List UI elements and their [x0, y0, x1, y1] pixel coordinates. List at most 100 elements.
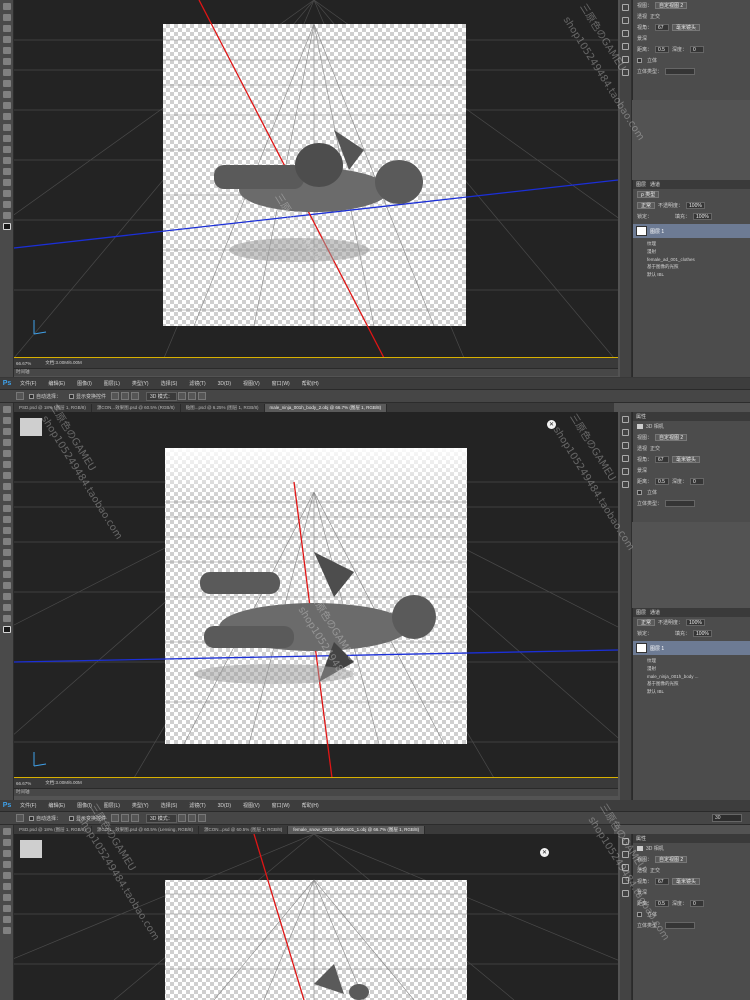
- color-swatch-icon[interactable]: [2, 626, 11, 633]
- orbit-icon[interactable]: [177, 814, 186, 822]
- wand-tool-icon[interactable]: [2, 36, 11, 43]
- move-tool-icon[interactable]: [2, 3, 11, 10]
- text-icon[interactable]: [622, 56, 629, 63]
- shape-tool-icon[interactable]: [2, 593, 11, 600]
- marquee-tool-icon[interactable]: [2, 14, 11, 21]
- opacity-field[interactable]: 100%: [686, 202, 705, 209]
- move-tool-icon[interactable]: [2, 406, 11, 413]
- depth-field[interactable]: 0: [690, 900, 705, 907]
- menu-layer[interactable]: 图层(L): [98, 380, 126, 387]
- auto-select-checkbox[interactable]: [29, 393, 34, 399]
- doc-tab[interactable]: 源CON...效果图.psd @ 60.5% (RGB/8): [92, 404, 181, 412]
- ortho-label[interactable]: 正交: [650, 445, 660, 452]
- pen-tool-icon[interactable]: [2, 560, 11, 567]
- transform-checkbox[interactable]: [69, 393, 75, 399]
- ortho-label[interactable]: 正交: [650, 13, 660, 20]
- channels-tab[interactable]: 通道: [650, 181, 660, 188]
- diffuse-row[interactable]: 漫射: [633, 665, 750, 673]
- heal-tool-icon[interactable]: [2, 69, 11, 76]
- shape-tool-icon[interactable]: [2, 190, 11, 197]
- perspective-label[interactable]: 透视: [637, 867, 647, 874]
- menu-window[interactable]: 窗口(W): [266, 802, 296, 809]
- history-icon[interactable]: [622, 838, 629, 845]
- lasso-tool-icon[interactable]: [2, 25, 11, 32]
- lasso-tool-icon[interactable]: [2, 850, 11, 857]
- canvas-viewport[interactable]: [14, 834, 618, 1000]
- ibl-default-row[interactable]: 默认 IBL: [633, 688, 750, 696]
- align-icon[interactable]: [131, 392, 140, 400]
- lasso-tool-icon[interactable]: [2, 428, 11, 435]
- zoom-tool-icon[interactable]: [2, 212, 11, 219]
- crop-tool-icon[interactable]: [2, 450, 11, 457]
- menu-filter[interactable]: 滤镜(T): [183, 380, 211, 387]
- eraser-tool-icon[interactable]: [2, 113, 11, 120]
- layers-tab[interactable]: 图层: [636, 609, 646, 616]
- doc-tab[interactable]: PSD.psd @ 18% (图层 1, RGB/8): [14, 404, 92, 412]
- perspective-label[interactable]: 透视: [637, 445, 647, 452]
- blur-tool-icon[interactable]: [2, 538, 11, 545]
- zoom-level[interactable]: 66.67%: [16, 361, 31, 366]
- heal-tool-icon[interactable]: [2, 894, 11, 901]
- menu-file[interactable]: 文件(F): [14, 802, 42, 809]
- menu-view[interactable]: 视图(V): [237, 380, 266, 387]
- layers-icon[interactable]: [622, 864, 629, 871]
- stamp-tool-icon[interactable]: [2, 494, 11, 501]
- view-select[interactable]: 自定视图 2: [655, 434, 688, 441]
- menu-3d[interactable]: 3D(D): [212, 803, 237, 809]
- history-icon[interactable]: [622, 416, 629, 423]
- menu-image[interactable]: 图像(I): [71, 802, 98, 809]
- properties-icon[interactable]: [622, 851, 629, 858]
- texture-file-row[interactable]: female_ad_001_clothes: [633, 256, 750, 263]
- adjust-icon[interactable]: [622, 455, 629, 462]
- kind-filter[interactable]: ρ 类型: [637, 191, 660, 198]
- menu-layer[interactable]: 图层(L): [98, 802, 126, 809]
- textures-row[interactable]: 纹理: [633, 240, 750, 248]
- type-tool-icon[interactable]: [2, 571, 11, 578]
- fov-field[interactable]: 67: [655, 456, 670, 463]
- fill-field[interactable]: 100%: [693, 213, 712, 220]
- marquee-tool-icon[interactable]: [2, 417, 11, 424]
- doc-tab-active[interactable]: female_snow_0025_clothes01_1.obj @ 66.7%…: [288, 826, 426, 834]
- ibl-row[interactable]: 基于图像的光照: [633, 680, 750, 688]
- blur-tool-icon[interactable]: [2, 135, 11, 142]
- doc-size[interactable]: 文档:3.00M/6.00M: [45, 780, 82, 786]
- stamp-tool-icon[interactable]: [2, 91, 11, 98]
- brush-tool-icon[interactable]: [2, 483, 11, 490]
- marquee-tool-icon[interactable]: [2, 839, 11, 846]
- depth-field[interactable]: 0: [690, 478, 705, 485]
- zoom-level[interactable]: 66.67%: [16, 781, 31, 786]
- text-icon[interactable]: [622, 468, 629, 475]
- align-icon[interactable]: [111, 392, 120, 400]
- wand-tool-icon[interactable]: [2, 861, 11, 868]
- fov-unit-select[interactable]: 毫米镜头: [672, 24, 701, 31]
- diffuse-row[interactable]: 漫射: [633, 248, 750, 256]
- history-icon[interactable]: [622, 4, 629, 11]
- orbit-icon[interactable]: [177, 392, 186, 400]
- align-icon[interactable]: [121, 392, 130, 400]
- menu-view[interactable]: 视图(V): [237, 802, 266, 809]
- history-brush-icon[interactable]: [2, 505, 11, 512]
- fov-field[interactable]: 67: [655, 24, 670, 31]
- path-select-icon[interactable]: [2, 582, 11, 589]
- fov-field[interactable]: 67: [655, 878, 670, 885]
- menu-type[interactable]: 类型(Y): [126, 802, 155, 809]
- history-brush-icon[interactable]: [2, 927, 11, 934]
- properties-icon[interactable]: [622, 17, 629, 24]
- channels-tab[interactable]: 通道: [650, 609, 660, 616]
- close-icon[interactable]: ✕: [540, 848, 549, 857]
- eyedropper-tool-icon[interactable]: [2, 461, 11, 468]
- doc-tab[interactable]: PSD.psd @ 18% (图层 1, RGB/8): [14, 826, 92, 834]
- align-icon[interactable]: [131, 814, 140, 822]
- properties-tab[interactable]: 属性: [636, 413, 646, 420]
- gradient-tool-icon[interactable]: [2, 124, 11, 131]
- menu-filter[interactable]: 滤镜(T): [183, 802, 211, 809]
- brush-tool-icon[interactable]: [2, 905, 11, 912]
- ibl-default-row[interactable]: 默认 IBL: [633, 271, 750, 279]
- menu-help[interactable]: 帮助(H): [296, 802, 325, 809]
- brush-tool-icon[interactable]: [2, 80, 11, 87]
- ortho-label[interactable]: 正交: [650, 867, 660, 874]
- menu-select[interactable]: 选择(S): [155, 380, 184, 387]
- layers-icon[interactable]: [622, 30, 629, 37]
- move-tool-icon[interactable]: [2, 828, 11, 835]
- history-brush-icon[interactable]: [2, 102, 11, 109]
